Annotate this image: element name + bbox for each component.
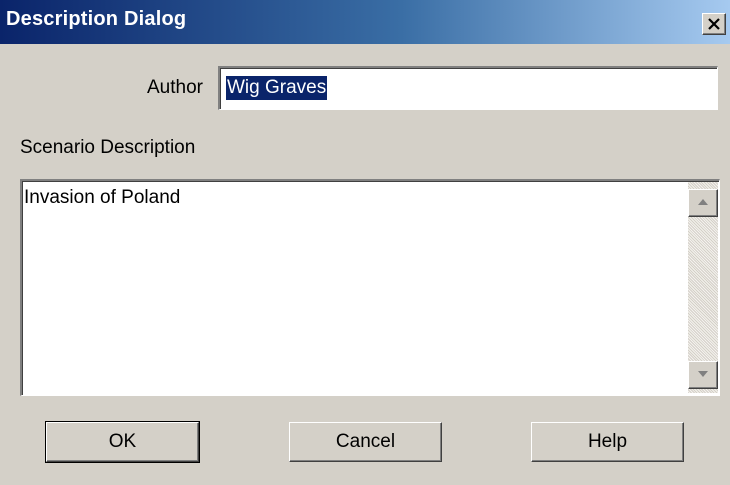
scroll-down-button[interactable] [688, 361, 718, 389]
scroll-up-button[interactable] [688, 189, 718, 217]
close-button[interactable] [702, 13, 726, 35]
scenario-description-text: Invasion of Poland [24, 187, 181, 208]
close-icon [708, 18, 720, 30]
description-dialog: Description Dialog Author Wig Graves Sce… [0, 0, 730, 485]
author-value: Wig Graves [226, 76, 328, 100]
scroll-up-arrow-icon [698, 199, 708, 205]
scenario-description-textarea[interactable]: Invasion of Poland [20, 179, 720, 396]
scroll-down-arrow-icon [698, 371, 708, 377]
ok-button[interactable]: OK [45, 421, 200, 463]
author-field[interactable]: Wig Graves [218, 66, 718, 110]
vertical-scrollbar[interactable] [688, 182, 718, 393]
help-button[interactable]: Help [531, 422, 684, 462]
cancel-button[interactable]: Cancel [289, 422, 442, 462]
title-bar[interactable]: Description Dialog [0, 0, 730, 44]
window-title: Description Dialog [6, 8, 187, 30]
scenario-description-label: Scenario Description [20, 137, 196, 158]
author-label: Author [147, 77, 203, 98]
